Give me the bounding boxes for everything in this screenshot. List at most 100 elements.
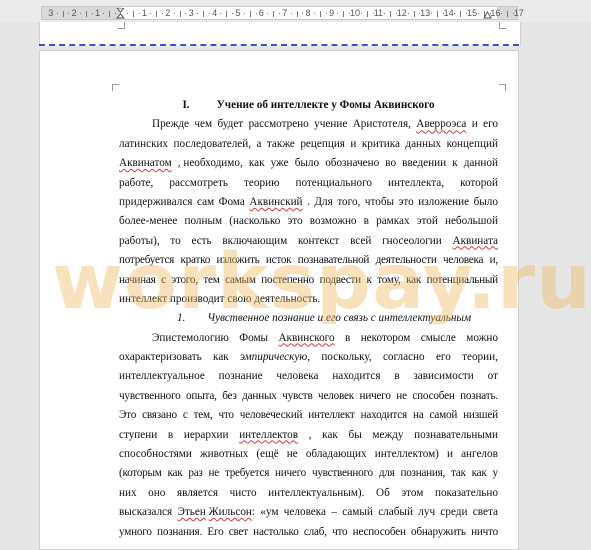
ruler-tick	[150, 13, 152, 14]
ruler-tick	[126, 13, 128, 14]
horizontal-ruler-bar: 3 2 1 1 2 3 4 5 6 7 8 9 10 11 12 13 14 15 16 17	[0, 0, 591, 22]
margin-corner-mark	[112, 84, 119, 91]
ruler-tick	[507, 11, 509, 17]
ruler-tick	[349, 13, 351, 14]
text-line: чувственного опыта, без данных чувств человек…	[119, 389, 498, 402]
ruler-tick	[413, 11, 415, 17]
text-line: Прежде чем будет рассмотрено учение Аристотел…	[152, 118, 498, 131]
text-line: работе, рассмотреть теорию потенциального ин…	[119, 176, 498, 189]
margin-corner-mark	[499, 84, 506, 91]
ruler-tick	[85, 11, 87, 17]
horizontal-ruler[interactable]: 3 2 1 1 2 3 4 5 6 7 8 9 10 11 12 13 14 15 16 17	[41, 6, 524, 20]
subheading-title: Чувственное познание и его связь с интел…	[207, 312, 472, 325]
ruler-tick	[273, 11, 275, 17]
ruler-tick	[185, 13, 187, 14]
ruler-tick	[267, 13, 269, 14]
text-line: высказался Этьен Жильсон: «ум человека – самы…	[119, 506, 498, 519]
section-heading: I. Учение об интеллекте у Фомы Аквинского	[119, 96, 498, 115]
ruler-tick	[407, 13, 409, 14]
ruler-number: 11	[373, 8, 384, 18]
text-line: придерживался сам Фома Аквинский. Для того, чт…	[119, 195, 498, 208]
ruler-tick	[384, 13, 386, 14]
subsection-heading: 1. Чувственное познание и его связь с инт…	[119, 309, 498, 328]
ruler-tick	[56, 13, 58, 14]
subheading-number: 1.	[177, 312, 186, 325]
ruler-tick	[366, 11, 368, 17]
ruler-number: 2	[71, 8, 77, 18]
text-line: потребуется кратко изложить исток познавател…	[119, 254, 498, 267]
ruler-number: 2	[165, 8, 171, 18]
ruler-tick	[179, 11, 181, 17]
text-line: работы), то есть включающим контекст всей гнос…	[119, 234, 498, 247]
ruler-tick	[302, 13, 304, 14]
left-indent-marker-icon[interactable]	[116, 8, 125, 20]
ruler-tick	[372, 13, 374, 14]
text-line: интеллект производит свою деятельность.	[119, 292, 321, 305]
previous-page-bottom	[39, 22, 521, 46]
ruler-number: 17	[513, 8, 524, 18]
ruler-tick	[226, 11, 228, 17]
page-break-line	[39, 44, 519, 46]
text-line: них оно является чисто интеллектуальным). Об э…	[119, 486, 498, 499]
ruler-tick	[314, 13, 316, 14]
right-indent-marker-icon[interactable]	[483, 8, 492, 20]
document-page[interactable]: I. Учение об интеллекте у Фомы Аквинского…	[39, 50, 519, 550]
text-line: Эпистемологию Фомы Аквинского в некотором смы…	[152, 331, 498, 344]
ruler-tick	[208, 13, 210, 14]
ruler-tick	[109, 11, 111, 17]
ruler-tick	[197, 13, 199, 14]
ruler-tick	[243, 13, 245, 14]
text-line: Аквинатом, необходимо, как уже было обозначе…	[119, 157, 498, 170]
ruler-number: 13	[420, 8, 431, 18]
paragraph-1: Прежде чем будет рассмотрено учение Аристотел…	[119, 115, 498, 309]
ruler-tick	[501, 13, 503, 14]
text-line: способностями животных (ещё не обладающих инт…	[119, 448, 498, 461]
ruler-number: 8	[305, 8, 311, 18]
text-line: латинских последователей, а также рецепция и к…	[119, 137, 498, 150]
text-line: охарактеризовать как эмпирическую, поскольк…	[119, 351, 498, 364]
ruler-tick	[132, 11, 134, 17]
ruler-number: 15	[466, 8, 478, 18]
ruler-tick	[68, 13, 70, 14]
ruler-tick	[442, 13, 444, 14]
ruler-tick	[390, 11, 392, 17]
ruler-tick	[62, 11, 64, 17]
ruler-tick	[395, 13, 397, 14]
document-body[interactable]: I. Учение об интеллекте у Фомы Аквинского…	[119, 96, 498, 542]
ruler-tick	[466, 13, 468, 14]
ruler-number: 1	[95, 8, 101, 18]
ruler-tick	[103, 13, 105, 14]
ruler-tick	[290, 13, 292, 14]
ruler-tick	[255, 13, 257, 14]
ruler-tick	[80, 13, 82, 14]
ruler-tick	[138, 13, 140, 14]
ruler-tick	[454, 13, 456, 14]
ruler-tick	[156, 11, 158, 17]
ruler-number: 7	[282, 8, 288, 18]
text-line: начиная с этого, тем самым постепенно подвести…	[119, 273, 498, 286]
text-line: более-менее полным (насколько это возможно в р…	[119, 215, 498, 228]
text-line: интеллектуальное познание человека находитс…	[119, 370, 498, 383]
ruler-number: 10	[349, 8, 361, 18]
ruler-tick	[161, 13, 163, 14]
ruler-tick	[202, 11, 204, 17]
margin-corner-mark	[118, 22, 125, 29]
ruler-tick	[173, 13, 175, 14]
ruler-tick	[431, 13, 433, 14]
text-line: Это связано с тем, что человеческий интеллект н…	[119, 409, 498, 422]
ruler-tick	[512, 13, 514, 14]
ruler-tick	[278, 13, 280, 14]
text-line: умного познания. Его свет настолько слаб, что н…	[119, 525, 498, 538]
heading-number: I.	[182, 99, 190, 111]
ruler-number: 12	[396, 8, 407, 18]
ruler-tick	[296, 11, 298, 17]
ruler-tick	[343, 11, 345, 17]
ruler-tick	[436, 11, 438, 17]
text-line: (которым как раз не требуется ничего чувственн…	[119, 467, 498, 480]
ruler-number: 5	[235, 8, 241, 18]
ruler-tick	[220, 13, 222, 14]
ruler-tick	[419, 13, 421, 14]
ruler-tick	[337, 13, 339, 14]
ruler-tick	[232, 13, 234, 14]
text-line: ступени в иерархии интеллектов, как бы между по…	[119, 428, 498, 441]
